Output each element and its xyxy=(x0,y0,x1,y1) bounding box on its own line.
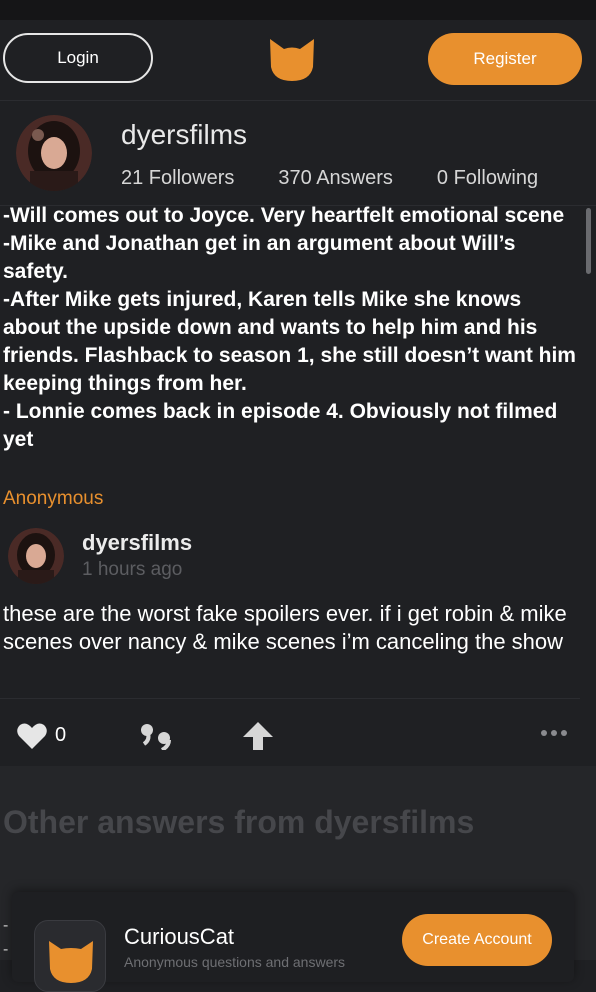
other-answers-section: Other answers from dyersfilms - - Curiou… xyxy=(0,766,596,992)
answer-actions: 0 xyxy=(0,718,596,754)
other-answers-title: Other answers from dyersfilms xyxy=(3,804,475,840)
list-item-marks: - - xyxy=(3,917,9,958)
share-icon[interactable] xyxy=(242,720,274,752)
status-bar xyxy=(0,0,596,20)
create-account-button[interactable]: Create Account xyxy=(402,914,552,966)
cat-logo-icon[interactable] xyxy=(268,37,316,83)
banner-title: CuriousCat xyxy=(124,924,235,949)
divider xyxy=(0,698,580,699)
app-logo xyxy=(34,920,106,992)
more-options-icon[interactable] xyxy=(540,728,568,738)
answer-timestamp: 1 hours ago xyxy=(82,559,183,580)
profile-header: dyersfilms 21 Followers 370 Answers 0 Fo… xyxy=(0,101,596,206)
question-asker: Anonymous xyxy=(3,488,104,509)
answer-text: these are the worst fake spoilers ever. … xyxy=(3,601,567,654)
quote-icon[interactable] xyxy=(138,722,174,750)
profile-username[interactable]: dyersfilms xyxy=(121,119,247,151)
login-button[interactable]: Login xyxy=(3,33,153,83)
app-banner: CuriousCat Anonymous questions and answe… xyxy=(12,892,574,992)
top-nav: Login Register xyxy=(0,20,596,101)
heart-icon[interactable] xyxy=(16,722,48,750)
answer-username[interactable]: dyersfilms xyxy=(82,530,192,556)
scrollbar[interactable] xyxy=(586,208,591,274)
answers-count[interactable]: 370 Answers xyxy=(278,167,393,190)
avatar[interactable] xyxy=(16,115,92,191)
register-button[interactable]: Register xyxy=(428,33,582,85)
banner-subtitle: Anonymous questions and answers xyxy=(124,954,346,970)
followers-count[interactable]: 21 Followers xyxy=(121,167,234,190)
answer-card: -Will comes out to Joyce. Very heartfelt… xyxy=(0,206,596,766)
following-count[interactable]: 0 Following xyxy=(437,167,538,190)
question-text: -Will comes out to Joyce. Very heartfelt… xyxy=(3,206,576,451)
like-count: 0 xyxy=(55,724,67,746)
profile-stats: 21 Followers 370 Answers 0 Following xyxy=(121,167,582,190)
avatar[interactable] xyxy=(8,528,64,584)
